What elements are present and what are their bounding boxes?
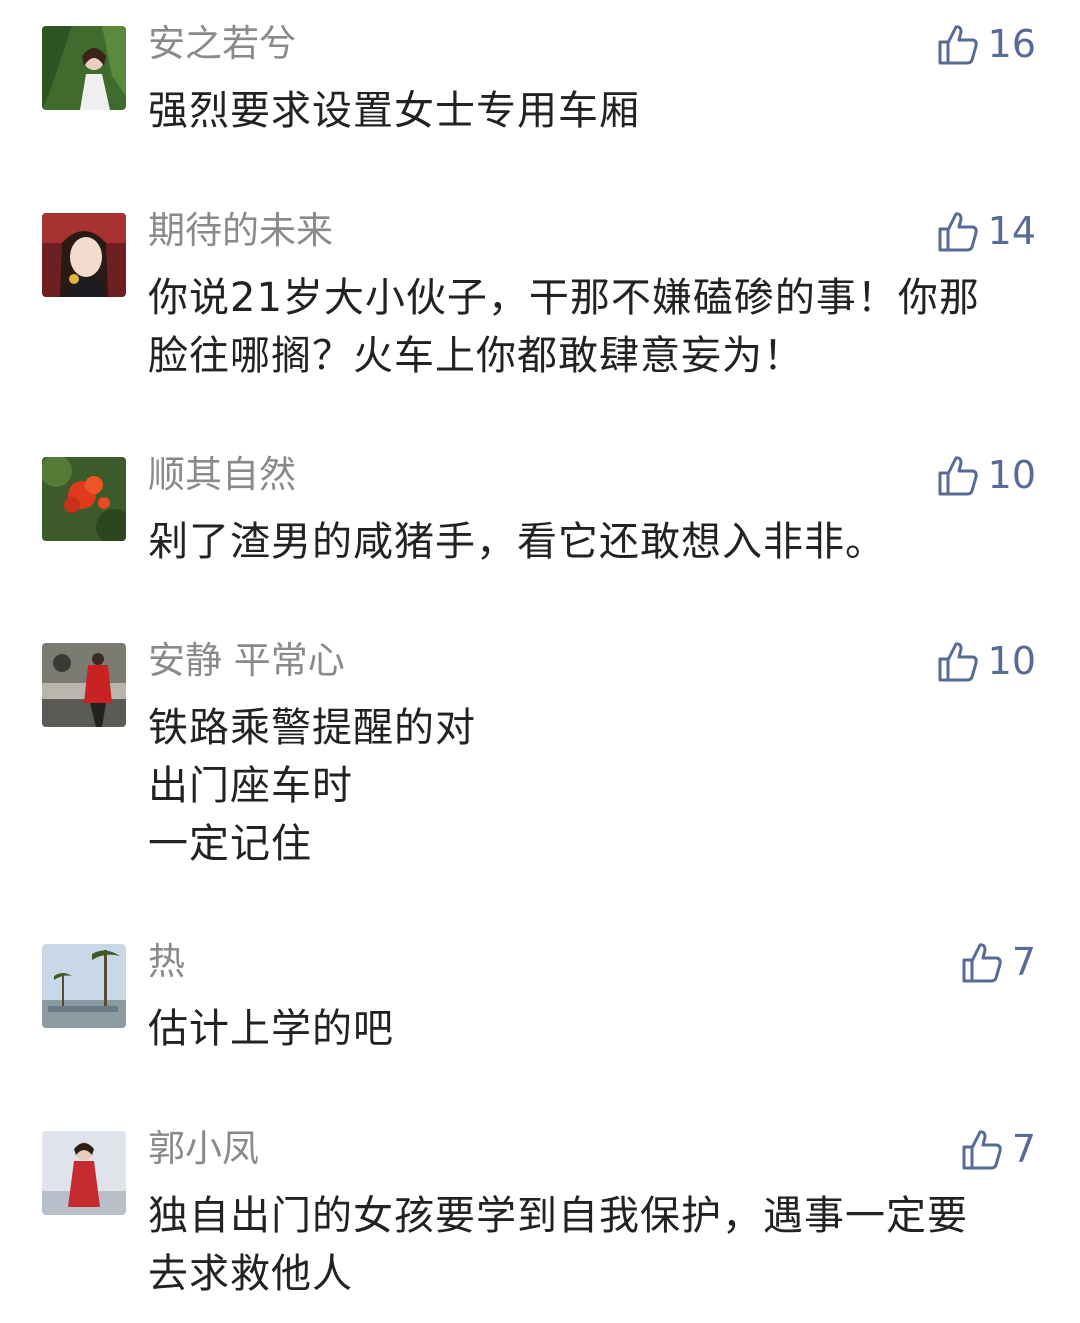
like-button[interactable]: 14 bbox=[936, 207, 1036, 255]
like-count: 10 bbox=[987, 639, 1036, 683]
like-count: 14 bbox=[987, 209, 1036, 253]
like-button[interactable]: 10 bbox=[936, 451, 1036, 499]
avatar[interactable] bbox=[42, 213, 126, 297]
thumbs-up-icon bbox=[962, 943, 1002, 983]
thumbs-up-icon bbox=[938, 456, 978, 496]
like-button[interactable]: 7 bbox=[960, 938, 1036, 986]
like-button[interactable]: 7 bbox=[960, 1125, 1036, 1173]
avatar-image bbox=[42, 643, 126, 727]
comment-text: 估计上学的吧 bbox=[148, 1000, 1038, 1058]
comment-line: 去求救他人 bbox=[148, 1251, 353, 1297]
comment-line: 估计上学的吧 bbox=[148, 1006, 394, 1052]
avatar[interactable] bbox=[42, 944, 126, 1028]
avatar-image bbox=[42, 457, 126, 541]
comment-text: 独自出门的女孩要学到自我保护，遇事一定要 去求救他人 bbox=[148, 1187, 1038, 1303]
comment-text: 强烈要求设置女士专用车厢 bbox=[148, 82, 1038, 140]
comment-text: 你说21岁大小伙子，干那不嫌磕碜的事！你那 脸往哪搁？火车上你都敢肆意妄为！ bbox=[148, 269, 1038, 385]
comment-line: 强烈要求设置女士专用车厢 bbox=[148, 88, 640, 134]
like-count: 7 bbox=[1011, 1127, 1036, 1171]
like-count: 16 bbox=[987, 22, 1036, 66]
thumbs-up-icon bbox=[938, 642, 978, 682]
comment-list: 安之若兮 16 强烈要求设置女士专用车厢 期待的未来 14 你说21岁大小伙子，… bbox=[0, 0, 1080, 1323]
comment-text: 剁了渣男的咸猪手，看它还敢想入非非。 bbox=[148, 513, 1038, 571]
like-button[interactable]: 16 bbox=[936, 20, 1036, 68]
comment-line: 脸往哪搁？火车上你都敢肆意妄为！ bbox=[148, 333, 804, 379]
avatar[interactable] bbox=[42, 643, 126, 727]
comment-line: 剁了渣男的咸猪手，看它还敢想入非非。 bbox=[148, 519, 886, 565]
commenter-name: 安之若兮 bbox=[148, 22, 296, 65]
thumbs-up-icon bbox=[938, 212, 978, 252]
comment-line: 出门座车时 bbox=[148, 763, 353, 809]
commenter-name: 期待的未来 bbox=[148, 209, 333, 252]
avatar-image bbox=[42, 26, 126, 110]
commenter-name: 郭小凤 bbox=[148, 1127, 259, 1170]
comment-line: 你说21岁大小伙子，干那不嫌磕碜的事！你那 bbox=[148, 275, 980, 321]
comment-line: 独自出门的女孩要学到自我保护，遇事一定要 bbox=[148, 1193, 968, 1239]
like-count: 10 bbox=[987, 453, 1036, 497]
avatar-image bbox=[42, 213, 126, 297]
like-count: 7 bbox=[1011, 940, 1036, 984]
avatar[interactable] bbox=[42, 1131, 126, 1215]
commenter-name: 安静 平常心 bbox=[148, 639, 345, 682]
thumbs-up-icon bbox=[962, 1130, 1002, 1170]
thumbs-up-icon bbox=[938, 25, 978, 65]
commenter-name: 热 bbox=[148, 940, 185, 983]
like-button[interactable]: 10 bbox=[936, 637, 1036, 685]
comment-line: 铁路乘警提醒的对 bbox=[148, 705, 476, 751]
comment-text: 铁路乘警提醒的对 出门座车时 一定记住 bbox=[148, 699, 1038, 873]
comment-line: 一定记住 bbox=[148, 821, 312, 867]
avatar-image bbox=[42, 1131, 126, 1215]
avatar[interactable] bbox=[42, 457, 126, 541]
avatar[interactable] bbox=[42, 26, 126, 110]
commenter-name: 顺其自然 bbox=[148, 453, 296, 496]
avatar-image bbox=[42, 944, 126, 1028]
